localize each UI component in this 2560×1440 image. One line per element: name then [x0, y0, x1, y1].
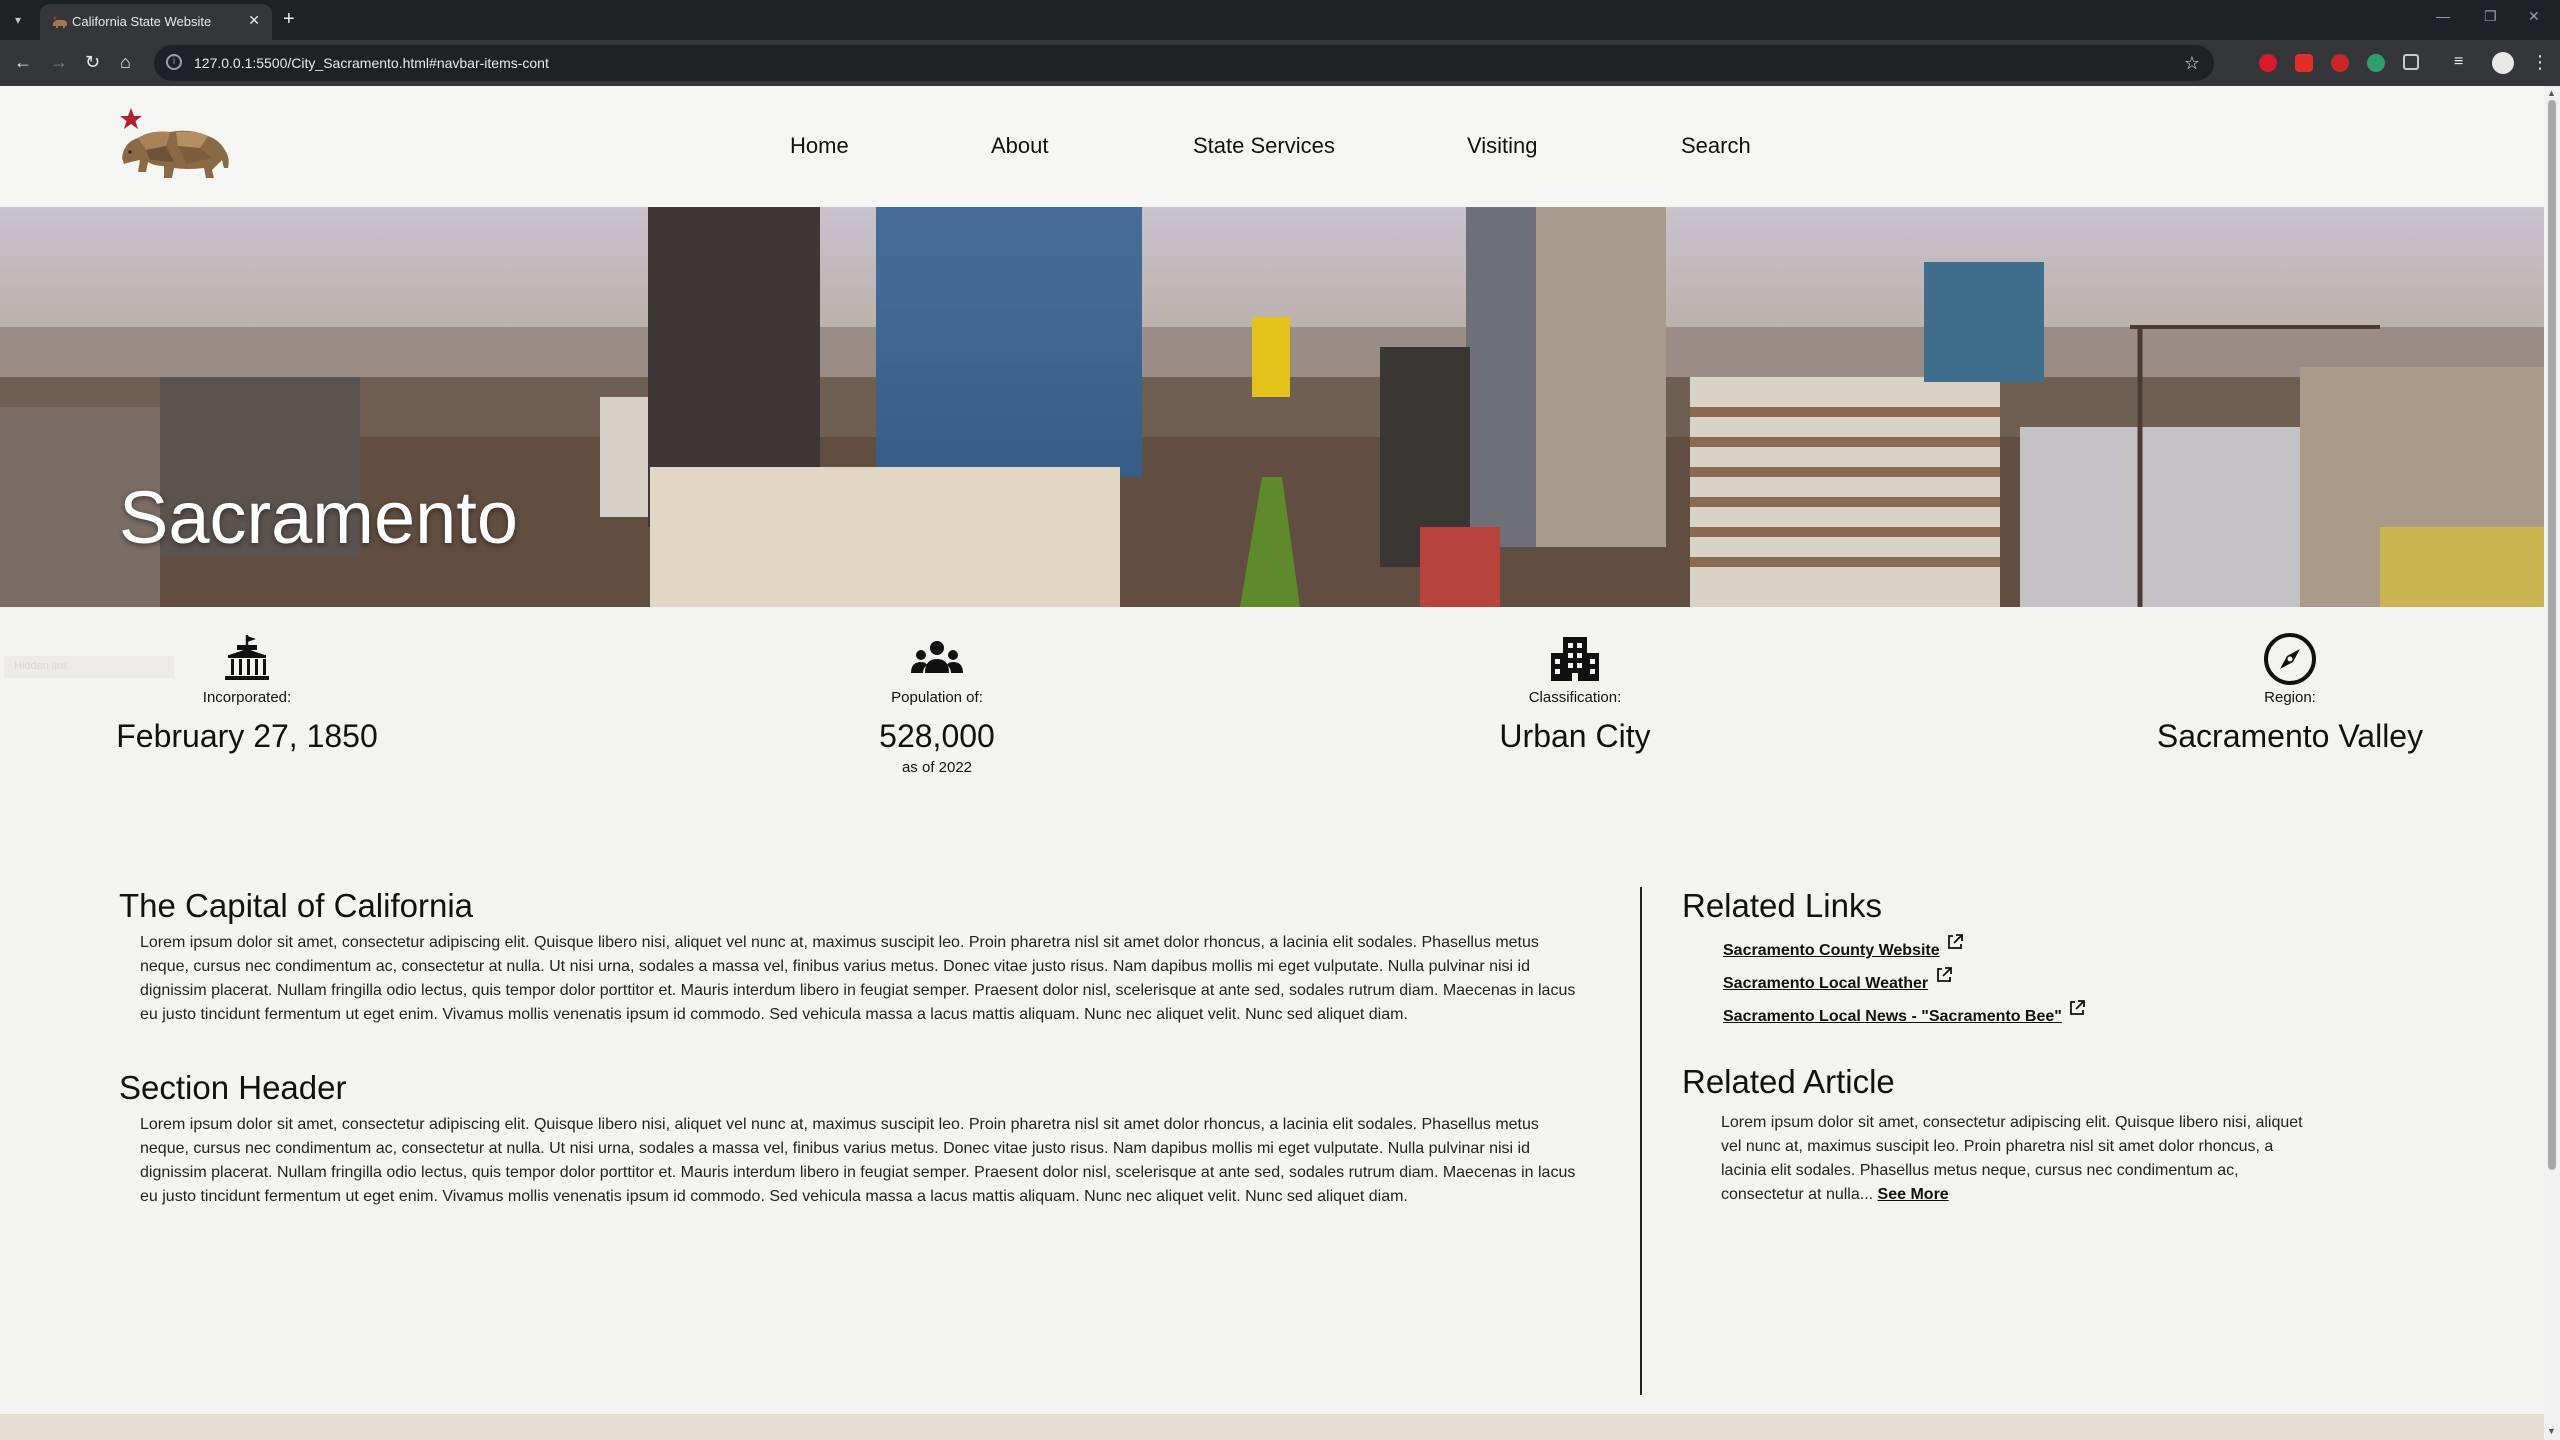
section-generic: Section Header Lorem ipsum dolor sit ame…	[119, 1069, 1589, 1209]
external-link-icon[interactable]	[1946, 933, 1964, 951]
city-title: Sacramento	[119, 476, 518, 559]
restore-icon[interactable]: ❐	[2484, 8, 2497, 25]
site-header: Home About State Services Visiting Searc…	[0, 86, 2544, 207]
url-text[interactable]: 127.0.0.1:5500/City_Sacramento.html#navb…	[194, 55, 549, 71]
section-body: Lorem ipsum dolor sit amet, consectetur …	[140, 1116, 1576, 1205]
new-tab-icon[interactable]: +	[283, 8, 295, 31]
browser-toolbar: ← → ↻ ⌂ i 127.0.0.1:5500/City_Sacramento…	[0, 40, 2560, 86]
related-links-list: Sacramento County Website Sacramento Loc…	[1723, 933, 2342, 1032]
stat-region: Region: Sacramento Valley	[2130, 631, 2450, 755]
forward-icon[interactable]: →	[50, 53, 68, 71]
section-heading: Section Header	[119, 1069, 347, 1106]
site-info-icon[interactable]: i	[166, 54, 182, 70]
profile-avatar[interactable]	[2492, 52, 2514, 74]
stat-incorporated: Incorporated: February 27, 1850	[87, 631, 407, 755]
external-link-icon[interactable]	[2068, 999, 2086, 1017]
window-close-icon[interactable]: ✕	[2528, 8, 2540, 25]
bookmark-star-icon[interactable]: ☆	[2184, 53, 2200, 74]
stat-label: Region:	[2264, 689, 2316, 706]
stat-population: Population of: 528,000 as of 2022	[777, 631, 1097, 776]
extension-pdf-icon[interactable]	[2331, 54, 2349, 72]
address-bar[interactable]: i 127.0.0.1:5500/City_Sacramento.html#na…	[154, 45, 2214, 81]
california-bear-logo[interactable]	[116, 106, 236, 186]
link-local-weather[interactable]: Sacramento Local Weather	[1723, 975, 1928, 992]
browser-tab[interactable]: California State Website ✕	[40, 4, 272, 40]
extension-youtube-icon[interactable]	[2295, 54, 2313, 72]
compass-icon	[2264, 633, 2316, 685]
link-local-news[interactable]: Sacramento Local News - "Sacramento Bee"	[1723, 1008, 2062, 1025]
web-page: Home About State Services Visiting Searc…	[0, 86, 2544, 1440]
extensions-puzzle-icon[interactable]	[2403, 54, 2419, 70]
extension-grammar-icon[interactable]	[2367, 54, 2385, 72]
browser-menu-icon[interactable]: ⋮	[2531, 53, 2549, 71]
stat-value: Urban City	[1499, 718, 1651, 754]
list-item: Sacramento Local News - "Sacramento Bee"	[1723, 999, 2342, 1032]
list-item: Sacramento County Website	[1723, 933, 2342, 966]
stat-label: Classification:	[1528, 689, 1622, 706]
page-scrollbar[interactable]: ▲ ▼	[2544, 86, 2560, 1440]
link-county-website[interactable]: Sacramento County Website	[1723, 942, 1940, 959]
nav-search[interactable]: Search	[1681, 133, 1751, 159]
hero-banner: Sacramento	[0, 207, 2544, 607]
reload-icon[interactable]: ↻	[85, 53, 100, 71]
related-article-body: Lorem ipsum dolor sit amet, consectetur …	[1721, 1111, 2321, 1207]
stat-value: 528,000	[879, 718, 995, 754]
tab-close-icon[interactable]: ✕	[248, 12, 260, 29]
related-article-heading: Related Article	[1682, 1063, 1895, 1100]
related-links-heading: Related Links	[1682, 887, 1882, 924]
stat-label: Population of:	[891, 689, 983, 706]
vertical-divider	[1640, 887, 1642, 1395]
capitol-icon	[225, 635, 269, 680]
nav-visiting[interactable]: Visiting	[1467, 133, 1538, 159]
nav-about[interactable]: About	[991, 133, 1049, 159]
section-heading: The Capital of California	[119, 887, 474, 924]
related-links: Related Links Sacramento County Website …	[1682, 887, 2342, 1032]
stat-sub: as of 2022	[901, 759, 973, 776]
section-capital: The Capital of California Lorem ipsum do…	[119, 887, 1589, 1027]
back-icon[interactable]: ←	[14, 53, 32, 71]
nav-state-services[interactable]: State Services	[1193, 133, 1335, 159]
bear-favicon-icon	[53, 16, 67, 28]
tab-search-icon[interactable]: ▾	[8, 10, 28, 30]
external-link-icon[interactable]	[1935, 966, 1953, 984]
stat-value: Sacramento Valley	[2156, 718, 2424, 754]
see-more-link[interactable]: See More	[1878, 1186, 1949, 1203]
tab-title: California State Website	[72, 14, 212, 29]
related-article: Related Article Lorem ipsum dolor sit am…	[1682, 1063, 2342, 1207]
people-icon	[911, 641, 963, 673]
stat-classification: Classification: Urban City	[1415, 631, 1735, 755]
nav-home[interactable]: Home	[790, 133, 849, 159]
scroll-down-icon[interactable]: ▼	[2547, 1426, 2556, 1436]
footer-strip	[0, 1414, 2544, 1440]
section-body: Lorem ipsum dolor sit amet, consectetur …	[140, 934, 1576, 1023]
article-excerpt: Lorem ipsum dolor sit amet, consectetur …	[1721, 1114, 2303, 1203]
extension-record-icon[interactable]	[2259, 54, 2277, 72]
media-controls-icon[interactable]: ≡	[2454, 53, 2463, 71]
list-item: Sacramento Local Weather	[1723, 966, 2342, 999]
stat-label: Incorporated:	[202, 689, 292, 706]
scroll-up-icon[interactable]: ▲	[2547, 88, 2556, 98]
minimize-icon[interactable]: —	[2436, 8, 2450, 24]
home-icon[interactable]: ⌂	[120, 53, 131, 71]
scroll-thumb[interactable]	[2548, 100, 2556, 1170]
stat-value: February 27, 1850	[116, 718, 378, 754]
buildings-icon	[1551, 637, 1599, 681]
browser-tab-bar: ▾ California State Website ✕ + — ❐ ✕	[0, 0, 2560, 40]
